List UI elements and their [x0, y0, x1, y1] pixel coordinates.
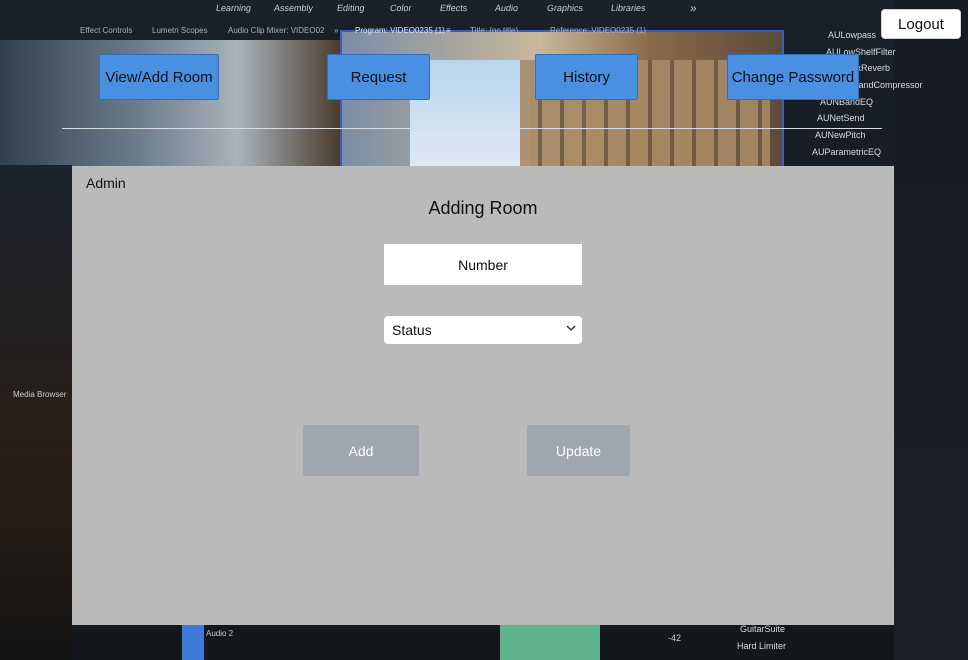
history-button[interactable]: History: [535, 54, 638, 100]
menu-assembly: Assembly: [273, 3, 314, 13]
menu-more: »: [689, 1, 698, 15]
status-select[interactable]: Status: [384, 316, 582, 344]
audio-clip-green: [500, 625, 600, 660]
audio-clip-blue: [182, 625, 204, 660]
number-input[interactable]: Number: [384, 244, 582, 285]
tab-program: Program: VIDEO0235 (1): [355, 26, 445, 35]
view-add-room-button[interactable]: View/Add Room: [99, 54, 219, 100]
menu-color: Color: [389, 3, 413, 13]
effect-item: AUParametricEQ: [812, 146, 882, 157]
menu-libraries: Libraries: [610, 3, 647, 13]
logout-button[interactable]: Logout: [881, 9, 961, 39]
page-title: Adding Room: [428, 198, 538, 218]
left-tool-panel: [0, 165, 72, 660]
menu-learning: Learning: [215, 3, 252, 13]
tab-effect-controls: Effect Controls: [80, 26, 133, 35]
tab-menu-icon: ≡: [446, 26, 451, 35]
panel-tab-bar: Effect Controls Lumetri Scopes Audio Cli…: [0, 26, 800, 40]
change-password-button[interactable]: Change Password: [727, 54, 859, 100]
menu-effects: Effects: [439, 3, 469, 13]
divider-line: [62, 128, 882, 129]
update-button[interactable]: Update: [527, 425, 630, 476]
effect-item: GuitarSuite: [740, 624, 786, 634]
chevron-down-icon: [566, 325, 576, 331]
effect-item: AUNetSend: [817, 113, 865, 124]
add-button[interactable]: Add: [303, 425, 419, 476]
menu-editing: Editing: [336, 3, 366, 13]
tab-audio-clip-mixer: Audio Clip Mixer: VIDEO02: [228, 26, 325, 35]
menu-audio: Audio: [494, 3, 519, 13]
status-select-value: Status: [392, 322, 432, 338]
tab-lumetri-scopes: Lumetri Scopes: [152, 26, 208, 35]
bottom-effects-list: GuitarSuite Hard Limiter: [726, 624, 786, 658]
audio-track-label: Audio 2: [206, 629, 234, 638]
admin-panel: Admin Adding Room Number Status Add Upda…: [72, 166, 894, 625]
meter-value: -42: [668, 633, 682, 643]
workspace-menu: Learning Assembly Editing Color Effects …: [0, 0, 968, 20]
role-label: Admin: [86, 175, 126, 191]
tab-more: »: [334, 26, 339, 35]
request-button[interactable]: Request: [327, 54, 430, 100]
effect-item: Hard Limiter: [737, 641, 787, 651]
tab-reference: Reference: VIDEO0235 (1): [550, 26, 647, 35]
effect-item: AUNewPitch: [815, 130, 866, 141]
menu-graphics: Graphics: [546, 3, 584, 13]
media-browser-label: Media Browser: [13, 390, 67, 399]
tab-title: Title: (no title): [470, 26, 519, 35]
